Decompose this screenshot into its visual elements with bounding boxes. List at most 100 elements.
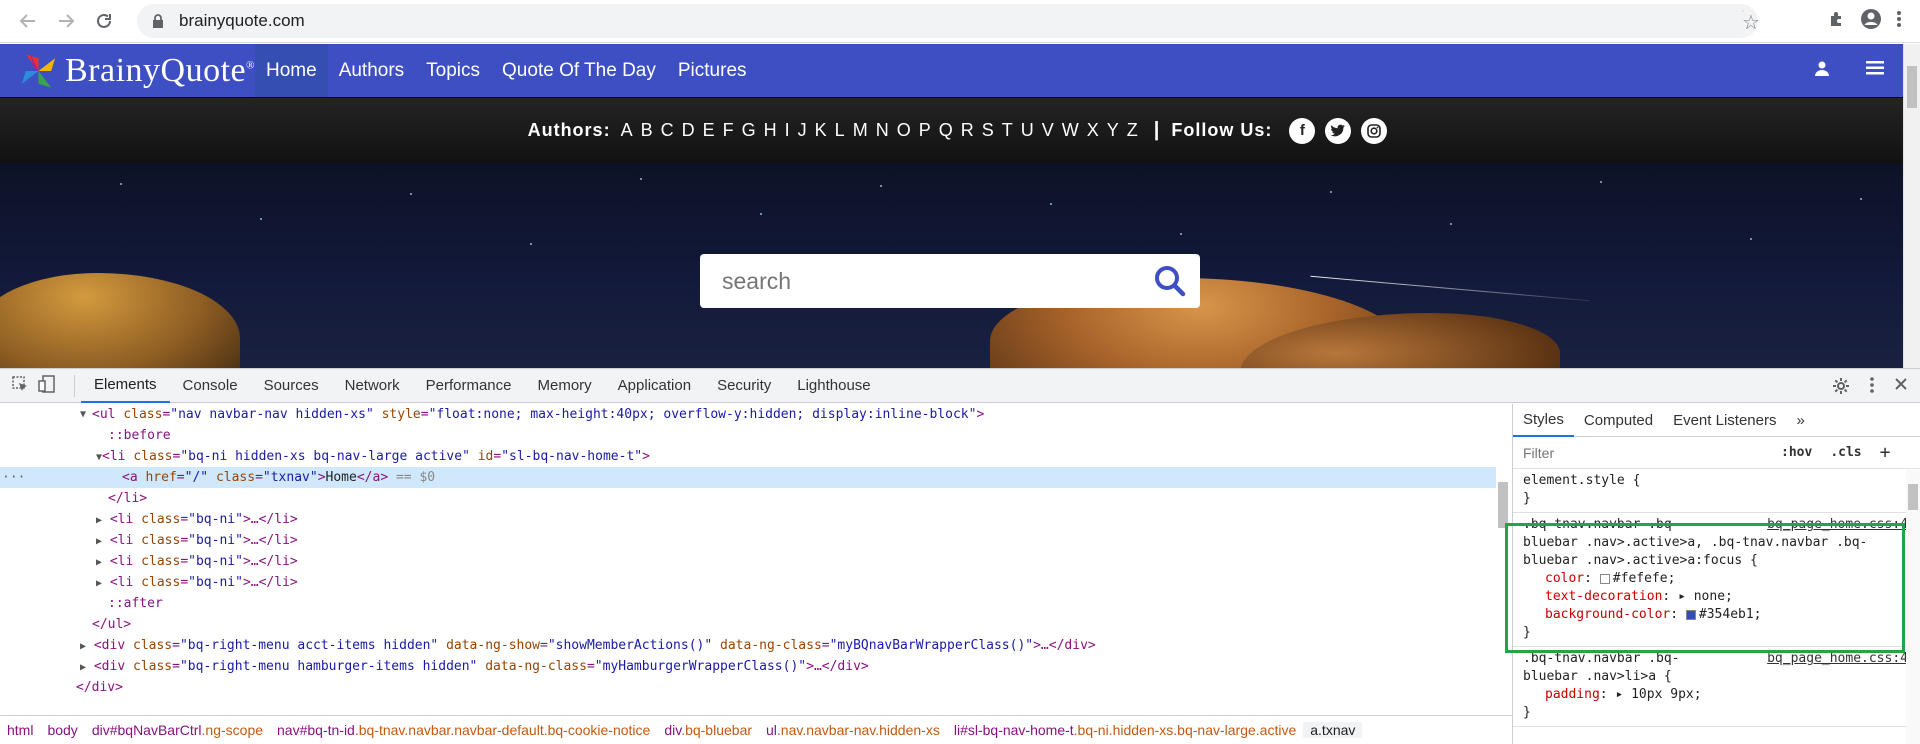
- hov-toggle[interactable]: :hov: [1781, 445, 1812, 460]
- letter-link-h[interactable]: H: [764, 120, 777, 140]
- element-style-rule[interactable]: element.style { }: [1513, 469, 1920, 513]
- styles-scrollbar[interactable]: [1906, 470, 1920, 744]
- color-swatch[interactable]: [1599, 573, 1610, 584]
- dom-li-close[interactable]: </li>: [0, 488, 1510, 509]
- dom-node-div-acct[interactable]: ▶ <div class="bq-right-menu acct-items h…: [0, 635, 1510, 656]
- devtools-settings-gear-icon[interactable]: [1832, 377, 1850, 400]
- search-input[interactable]: [722, 267, 1142, 295]
- tab-computed[interactable]: Computed: [1574, 404, 1663, 437]
- devtools-tab-security[interactable]: Security: [704, 369, 784, 403]
- nav-authors[interactable]: Authors: [328, 44, 415, 97]
- letter-link-w[interactable]: W: [1062, 120, 1079, 140]
- styles-filter-input[interactable]: [1523, 444, 1763, 461]
- letter-link-y[interactable]: Y: [1107, 120, 1119, 140]
- letter-link-a[interactable]: A: [621, 120, 633, 140]
- devtools-tab-console[interactable]: Console: [170, 369, 251, 403]
- cls-toggle[interactable]: .cls: [1830, 445, 1861, 460]
- active-nav-css-rule[interactable]: bq_page_home.css:4 .bq-tnav.navbar .bq- …: [1513, 513, 1920, 647]
- breadcrumb-item[interactable]: div#bqNavBarCtrl.ng-scope: [85, 722, 270, 738]
- hamburger-menu-icon[interactable]: [1866, 61, 1884, 80]
- dom-ul-close[interactable]: </ul>: [0, 614, 1510, 635]
- letter-link-t[interactable]: T: [1002, 120, 1013, 140]
- breadcrumb-item[interactable]: ul.nav.navbar-nav.hidden-xs: [759, 722, 947, 738]
- more-dots-icon[interactable]: ···: [2, 467, 25, 488]
- devtools-tab-network[interactable]: Network: [332, 369, 413, 403]
- facebook-icon[interactable]: f: [1289, 117, 1316, 144]
- letter-link-i[interactable]: I: [785, 120, 790, 140]
- instagram-icon[interactable]: [1361, 117, 1388, 144]
- devtools-tab-performance[interactable]: Performance: [413, 369, 525, 403]
- letter-link-d[interactable]: D: [682, 120, 695, 140]
- dom-node-li[interactable]: ▶ <li class="bq-ni">…</li>: [0, 572, 1510, 593]
- devtools-tab-memory[interactable]: Memory: [525, 369, 605, 403]
- letter-link-m[interactable]: M: [853, 120, 868, 140]
- profile-avatar-icon[interactable]: [1860, 8, 1882, 35]
- letter-link-x[interactable]: X: [1087, 120, 1099, 140]
- dom-pseudo-before[interactable]: ::before: [0, 425, 1510, 446]
- dom-div-close[interactable]: </div>: [0, 677, 1510, 698]
- nav-home[interactable]: Home: [255, 44, 328, 97]
- letter-link-r[interactable]: R: [961, 120, 974, 140]
- css-source-link[interactable]: bq_page_home.css:4: [1767, 516, 1908, 534]
- letter-link-j[interactable]: J: [798, 120, 807, 140]
- expand-triangle-icon[interactable]: ▼: [80, 404, 86, 425]
- more-tabs-chevron-icon[interactable]: »: [1786, 404, 1814, 437]
- letter-link-n[interactable]: N: [876, 120, 889, 140]
- dom-node-ul[interactable]: ▼ <ul class="nav navbar-nav hidden-xs" st…: [0, 404, 1510, 425]
- tab-styles[interactable]: Styles: [1513, 404, 1574, 437]
- letter-link-f[interactable]: F: [723, 120, 734, 140]
- devtools-tab-sources[interactable]: Sources: [251, 369, 332, 403]
- css-property-padding[interactable]: padding: ▸ 10px 9px;: [1523, 686, 1910, 704]
- nav-pictures[interactable]: Pictures: [667, 44, 758, 97]
- breadcrumb-item[interactable]: div.bq-bluebar: [657, 722, 759, 738]
- letter-link-b[interactable]: B: [641, 120, 653, 140]
- reload-icon[interactable]: [90, 7, 118, 35]
- new-rule-plus-icon[interactable]: +: [1880, 442, 1891, 463]
- css-property-color[interactable]: color: #fefefe;: [1523, 570, 1910, 588]
- letter-link-s[interactable]: S: [982, 120, 994, 140]
- css-property-text-decoration[interactable]: text-decoration: ▸ none;: [1523, 588, 1910, 606]
- devtools-tab-lighthouse[interactable]: Lighthouse: [784, 369, 883, 403]
- letter-link-u[interactable]: U: [1021, 120, 1034, 140]
- dom-scrollbar[interactable]: [1496, 404, 1510, 704]
- letter-link-g[interactable]: G: [742, 120, 756, 140]
- dom-pseudo-after[interactable]: ::after: [0, 593, 1510, 614]
- devtools-tab-elements[interactable]: Elements: [81, 369, 170, 403]
- letter-link-v[interactable]: V: [1042, 120, 1054, 140]
- dom-node-li-active[interactable]: ▼<li class="bq-ni hidden-xs bq-nav-large…: [0, 446, 1510, 467]
- css-source-link[interactable]: bq_page_home.css:4: [1767, 650, 1908, 668]
- twitter-icon[interactable]: [1325, 117, 1352, 144]
- page-scrollbar[interactable]: [1903, 44, 1920, 368]
- letter-link-l[interactable]: L: [835, 120, 845, 140]
- forward-arrow-icon[interactable]: [52, 7, 80, 35]
- breadcrumb-item[interactable]: body: [40, 722, 84, 738]
- inspect-element-icon[interactable]: [12, 375, 28, 396]
- color-swatch[interactable]: [1685, 609, 1696, 620]
- devtools-close-icon[interactable]: [1894, 377, 1908, 400]
- dom-node-li[interactable]: ▶ <li class="bq-ni">…</li>: [0, 551, 1510, 572]
- browser-menu-kebab-icon[interactable]: [1896, 10, 1902, 33]
- letter-link-q[interactable]: Q: [939, 120, 953, 140]
- bookmark-star-icon[interactable]: ☆: [1742, 10, 1760, 34]
- nav-topics[interactable]: Topics: [415, 44, 491, 97]
- dom-node-a-selected[interactable]: ··· <a href="/" class="txnav">Home</a> ==…: [0, 467, 1510, 488]
- dom-node-li[interactable]: ▶ <li class="bq-ni">…</li>: [0, 509, 1510, 530]
- dom-node-div-hamburger[interactable]: ▶ <div class="bq-right-menu hamburger-it…: [0, 656, 1510, 677]
- breadcrumb-item[interactable]: a.txnav: [1303, 722, 1363, 738]
- letter-link-o[interactable]: O: [897, 120, 911, 140]
- css-property-background-color[interactable]: background-color: #354eb1;: [1523, 606, 1910, 624]
- site-logo[interactable]: BrainyQuote®: [0, 44, 255, 97]
- letter-link-p[interactable]: P: [919, 120, 931, 140]
- breadcrumb-item[interactable]: html: [0, 722, 40, 738]
- nav-quote-of-the-day[interactable]: Quote Of The Day: [491, 44, 667, 97]
- back-arrow-icon[interactable]: [14, 7, 42, 35]
- address-bar[interactable]: brainyquote.com ☆: [137, 4, 1760, 38]
- breadcrumb-item[interactable]: nav#bq-tn-id.bq-tnav.navbar.navbar-defau…: [270, 722, 657, 738]
- tab-event-listeners[interactable]: Event Listeners: [1663, 404, 1786, 437]
- user-account-icon[interactable]: [1814, 60, 1830, 81]
- nav-link-css-rule[interactable]: bq_page_home.css:4 .bq-tnav.navbar .bq- …: [1513, 647, 1920, 727]
- letter-link-c[interactable]: C: [661, 120, 674, 140]
- dom-node-li[interactable]: ▶ <li class="bq-ni">…</li>: [0, 530, 1510, 551]
- devtools-tab-application[interactable]: Application: [605, 369, 704, 403]
- letter-link-e[interactable]: E: [703, 120, 715, 140]
